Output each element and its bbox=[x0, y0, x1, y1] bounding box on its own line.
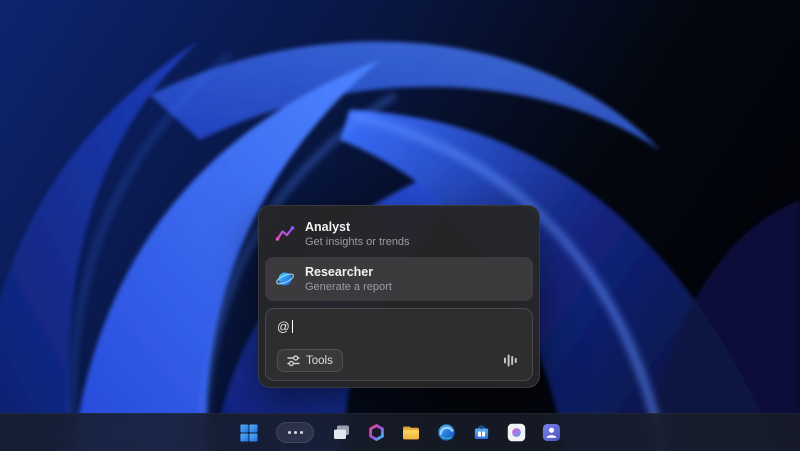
agent-description: Generate a report bbox=[305, 280, 392, 294]
store-button[interactable] bbox=[466, 418, 496, 448]
desktop: Analyst Get insights or trends Researche bbox=[0, 0, 800, 451]
agent-description: Get insights or trends bbox=[305, 235, 410, 249]
agent-name: Analyst bbox=[305, 219, 410, 235]
start-icon bbox=[240, 424, 258, 442]
composer-toolbar: Tools bbox=[277, 349, 521, 372]
file-explorer-icon bbox=[401, 423, 421, 443]
agent-item-researcher[interactable]: Researcher Generate a report bbox=[265, 257, 533, 302]
taskbar-center-group bbox=[234, 418, 566, 448]
researcher-globe-icon bbox=[275, 269, 295, 289]
copilot-icon bbox=[507, 423, 526, 442]
tools-label: Tools bbox=[306, 355, 333, 367]
taskbar bbox=[0, 413, 800, 451]
voice-waveform-icon[interactable] bbox=[499, 350, 521, 372]
teams-button[interactable] bbox=[536, 418, 566, 448]
agent-name: Researcher bbox=[305, 264, 392, 280]
agent-item-analyst[interactable]: Analyst Get insights or trends bbox=[265, 212, 533, 257]
store-icon bbox=[472, 423, 491, 442]
copilot-button[interactable] bbox=[501, 418, 531, 448]
m365-copilot-button[interactable] bbox=[361, 418, 391, 448]
text-caret bbox=[292, 320, 294, 333]
composer-input[interactable]: @ bbox=[277, 318, 521, 336]
agent-text: Analyst Get insights or trends bbox=[305, 219, 410, 250]
task-view-icon bbox=[332, 423, 351, 442]
analyst-trend-icon bbox=[275, 224, 295, 244]
ellipsis-icon bbox=[288, 431, 291, 434]
sliders-icon bbox=[287, 354, 300, 367]
file-explorer-button[interactable] bbox=[396, 418, 426, 448]
composer-text: @ bbox=[277, 320, 290, 334]
task-view-button[interactable] bbox=[326, 418, 356, 448]
composer: @ Tools bbox=[265, 308, 533, 381]
agent-picker-popup: Analyst Get insights or trends Researche bbox=[258, 205, 540, 388]
edge-icon bbox=[437, 423, 456, 442]
teams-icon bbox=[542, 423, 561, 442]
start-button[interactable] bbox=[234, 418, 264, 448]
m365-copilot-icon bbox=[367, 423, 386, 442]
copilot-ellipsis-button[interactable] bbox=[276, 422, 314, 443]
tools-button[interactable]: Tools bbox=[277, 349, 343, 372]
agent-list: Analyst Get insights or trends Researche bbox=[265, 212, 533, 301]
agent-text: Researcher Generate a report bbox=[305, 264, 392, 295]
edge-button[interactable] bbox=[431, 418, 461, 448]
